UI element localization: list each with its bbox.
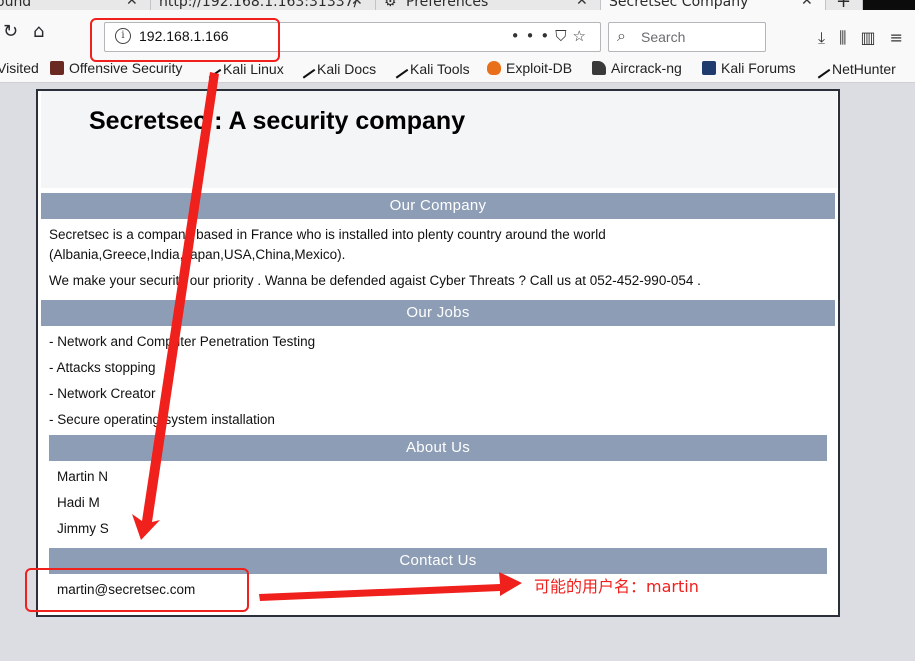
close-icon[interactable]: ✕ xyxy=(126,0,138,9)
list-item: - Network and Computer Penetration Testi… xyxy=(49,334,316,349)
tab-title: ound xyxy=(0,0,32,10)
person-name: Martin N xyxy=(57,469,109,484)
tab-title: Secretsec Company xyxy=(609,0,749,10)
bookmark-star-icon[interactable]: ☆ xyxy=(573,27,592,45)
company-text-line: Secretsec is a company based in France w… xyxy=(49,227,606,242)
page-actions: •••⛉☆ xyxy=(511,27,592,45)
web-page: Secretsec : A security company Our Compa… xyxy=(36,89,840,617)
search-box[interactable]: ⌕ Search xyxy=(608,22,766,52)
close-icon[interactable]: ✕ xyxy=(801,0,813,9)
bookmark-label: Kali Tools xyxy=(410,61,470,77)
tab-2[interactable]: http://192.168.1.163:31337/ ✕ xyxy=(151,0,376,10)
bookmark-offensive-security[interactable]: Offensive Security xyxy=(50,60,182,76)
section-heading-about: About Us xyxy=(49,435,827,461)
kali-forums-icon xyxy=(702,61,716,75)
gear-icon: ⚙ xyxy=(384,0,397,10)
company-text-line: We make your security our priority . Wan… xyxy=(49,273,701,288)
bookmark-label: Kali Docs xyxy=(317,61,377,77)
kali-dragon-icon xyxy=(387,57,409,79)
sidebar-icon[interactable]: ▥ xyxy=(860,28,875,47)
page-title: Secretsec : A security company xyxy=(89,107,466,135)
more-icon[interactable]: ••• xyxy=(511,27,556,45)
pocket-icon[interactable]: ⛉ xyxy=(555,27,572,45)
kali-dragon-icon xyxy=(809,57,831,79)
bookmark-nethunter[interactable]: NetHunter xyxy=(809,57,896,79)
bookmark-label: Kali Forums xyxy=(721,60,796,76)
bookmark-exploit-db[interactable]: Exploit-DB xyxy=(487,60,572,76)
tab-strip: ound ✕ http://192.168.1.163:31337/ ✕ ⚙ P… xyxy=(0,0,915,10)
close-icon[interactable]: ✕ xyxy=(351,0,363,9)
bookmark-kali-docs[interactable]: Kali Docs xyxy=(294,57,377,79)
new-tab-button[interactable]: + xyxy=(826,0,863,10)
bookmark-label: NetHunter xyxy=(832,61,896,77)
close-icon[interactable]: ✕ xyxy=(576,0,588,9)
menu-icon[interactable]: ≡ xyxy=(890,28,903,47)
download-icon[interactable]: ⤓ xyxy=(818,28,825,47)
url-highlight-box xyxy=(90,18,280,62)
tab-title: Preferences xyxy=(406,0,489,10)
list-item: - Network Creator xyxy=(49,386,156,401)
toolbar-right-icons: ⤓ ⫼ ▥ ≡ xyxy=(818,28,915,48)
bookmark-kali-linux[interactable]: Kali Linux xyxy=(200,57,284,79)
page-header: Secretsec : A security company xyxy=(41,91,837,188)
home-icon[interactable]: ⌂ xyxy=(33,22,44,42)
tab-secretsec-company[interactable]: Secretsec Company ✕ xyxy=(601,0,826,10)
kali-dragon-icon xyxy=(294,57,316,79)
bookmark-aircrack-ng[interactable]: Aircrack-ng xyxy=(592,60,682,76)
bookmark-kali-forums[interactable]: Kali Forums xyxy=(702,60,796,76)
bookmark-label: Exploit-DB xyxy=(506,60,573,76)
exploitdb-icon xyxy=(487,61,501,75)
bookmark-label: Aircrack-ng xyxy=(611,60,682,76)
annotation-note: 可能的用户名：martin xyxy=(534,577,699,596)
person-name: Hadi M xyxy=(57,495,100,510)
bookmark-label: Kali Linux xyxy=(223,61,284,77)
aircrack-icon xyxy=(592,61,606,75)
bookmark-most-visited[interactable]: Visited xyxy=(0,60,39,76)
plus-icon[interactable]: + xyxy=(836,0,851,10)
reload-icon[interactable]: ↻ xyxy=(3,22,18,42)
company-text-line: (Albania,Greece,India,Japan,USA,China,Me… xyxy=(49,247,346,262)
email-highlight-box xyxy=(25,568,249,612)
library-icon[interactable]: ⫼ xyxy=(839,28,846,47)
tab-preferences[interactable]: ⚙ Preferences ✕ xyxy=(376,0,601,10)
list-item: - Secure operating-system installation xyxy=(49,412,275,427)
search-icon: ⌕ xyxy=(617,26,626,45)
tab-1[interactable]: ound ✕ xyxy=(0,0,151,10)
bookmark-kali-tools[interactable]: Kali Tools xyxy=(387,57,470,79)
section-heading-jobs: Our Jobs xyxy=(41,300,835,326)
person-name: Jimmy S xyxy=(57,521,109,536)
offsec-icon xyxy=(50,61,64,75)
list-item: - Attacks stopping xyxy=(49,360,156,375)
search-placeholder: Search xyxy=(641,29,686,45)
section-heading-company: Our Company xyxy=(41,193,835,219)
tab-title: http://192.168.1.163:31337/ xyxy=(159,0,359,10)
bookmark-label: Offensive Security xyxy=(69,60,183,76)
